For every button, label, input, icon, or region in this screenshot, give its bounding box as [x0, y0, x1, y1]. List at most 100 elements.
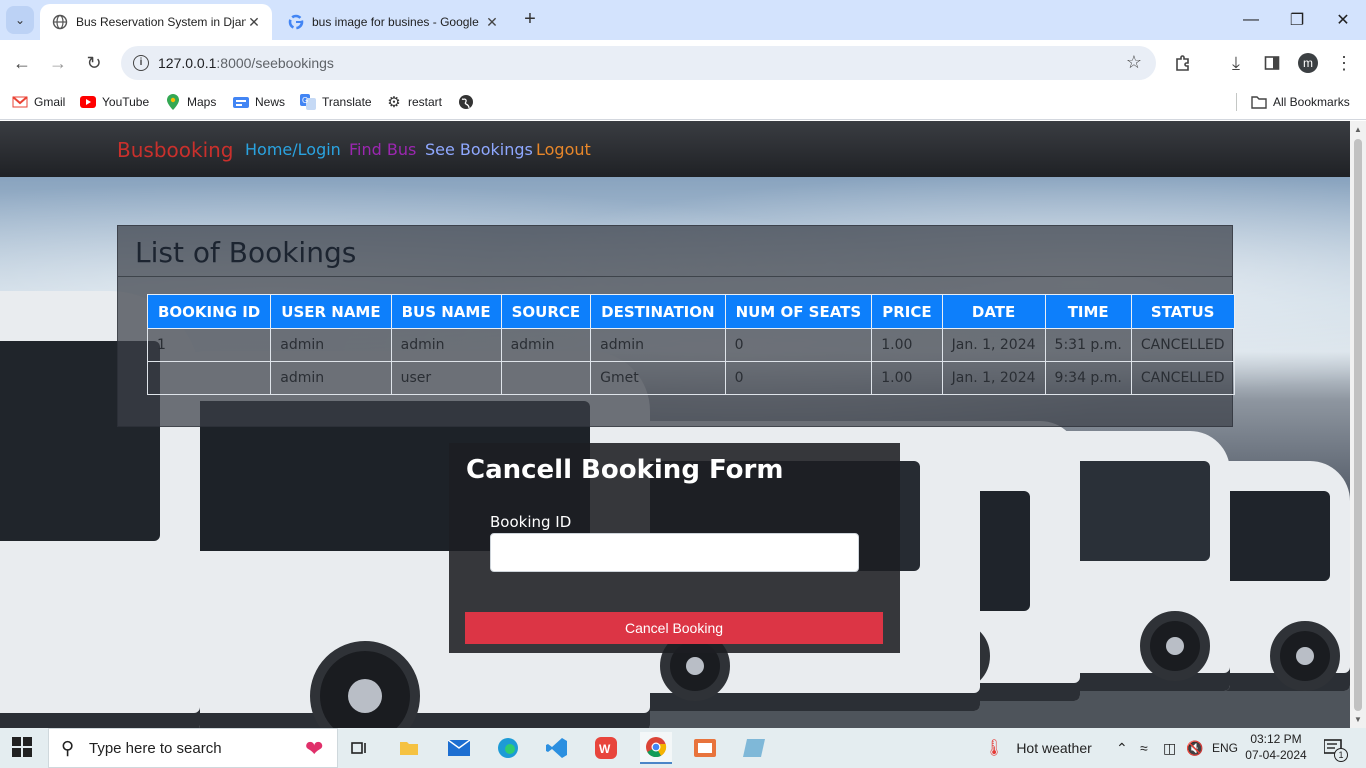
cell-bus-name: user: [390, 361, 502, 395]
cell-price: 1.00: [871, 361, 943, 395]
bookmark-translate[interactable]: G Translate: [300, 92, 372, 112]
bookmarks-divider: [1236, 93, 1237, 111]
forward-icon[interactable]: →: [43, 48, 73, 78]
column-header: BOOKING ID: [146, 294, 272, 329]
profile-avatar[interactable]: m: [1293, 48, 1323, 78]
taskbar-clock[interactable]: 03:12 PM 07-04-2024: [1240, 731, 1312, 763]
reload-icon[interactable]: ↻: [79, 48, 109, 78]
minimize-icon[interactable]: —: [1228, 0, 1274, 40]
restore-icon[interactable]: ❐: [1274, 0, 1320, 40]
form-title: Cancell Booking Form: [466, 455, 784, 485]
windows-start-icon[interactable]: [12, 737, 34, 759]
menu-kebab-icon[interactable]: ⋮: [1329, 48, 1359, 78]
tab-search-button[interactable]: ⌄: [6, 6, 34, 34]
scroll-up-icon[interactable]: ▲: [1354, 125, 1362, 134]
column-header: NUM OF SEATS: [724, 294, 873, 329]
address-bar[interactable]: i 127.0.0.1:8000/seebookings ☆: [121, 46, 1156, 80]
bookmark-gmail[interactable]: Gmail: [12, 92, 65, 112]
bookings-panel: List of Bookings BOOKING ID USER NAME BU…: [117, 225, 1235, 427]
url-text[interactable]: 127.0.0.1:8000/seebookings: [158, 55, 334, 71]
taskbar-search[interactable]: ⚲ Type here to search ❤: [48, 728, 338, 768]
bookmark-maps[interactable]: Maps: [165, 92, 216, 112]
chrome-icon[interactable]: [640, 732, 672, 764]
column-header: DESTINATION: [590, 294, 726, 329]
nav-logout[interactable]: Logout: [536, 140, 591, 159]
bookmark-restart[interactable]: ⚙ restart: [386, 92, 442, 112]
booking-id-label: Booking ID: [490, 513, 572, 531]
extensions-icon[interactable]: [1168, 48, 1198, 78]
cell-time: 5:31 p.m.: [1044, 328, 1132, 362]
table-row: 1 admin admin admin admin 0 1.00 Jan. 1,…: [146, 328, 1235, 362]
wps-office-icon[interactable]: W: [590, 732, 622, 764]
booking-id-input[interactable]: [490, 533, 859, 572]
file-explorer-icon[interactable]: [393, 732, 425, 764]
new-tab-button[interactable]: +: [518, 8, 542, 32]
language-indicator[interactable]: ENG: [1212, 728, 1238, 768]
tab-title: Bus Reservation System in Djan: [76, 15, 246, 29]
wifi-icon[interactable]: ≈: [1140, 728, 1148, 768]
scroll-down-icon[interactable]: ▼: [1354, 715, 1362, 724]
bookmark-news[interactable]: News: [233, 92, 285, 112]
nav-see-bookings[interactable]: See Bookings: [425, 140, 533, 159]
task-view-icon[interactable]: [344, 732, 376, 764]
cell-price: 1.00: [871, 328, 943, 362]
volume-muted-icon[interactable]: 🔇: [1186, 728, 1203, 768]
gmail-icon: [12, 94, 28, 110]
bookmark-youtube[interactable]: YouTube: [80, 92, 149, 112]
column-header: STATUS: [1130, 294, 1235, 329]
windows-taskbar: ⚲ Type here to search ❤ W 🌡 Hot weather …: [0, 728, 1366, 768]
weather-widget[interactable]: 🌡 Hot weather: [984, 728, 1092, 768]
mail-icon[interactable]: [443, 732, 475, 764]
bookmarks-bar: Gmail YouTube Maps News G Translate ⚙ re…: [0, 86, 1366, 120]
translate-icon: G: [300, 94, 316, 110]
maps-pin-icon: [165, 94, 181, 110]
download-icon[interactable]: ⤓: [1221, 48, 1251, 78]
all-bookmarks[interactable]: All Bookmarks: [1236, 92, 1350, 112]
bookmark-globe[interactable]: [458, 92, 480, 112]
scroll-thumb[interactable]: [1354, 139, 1362, 711]
battery-icon[interactable]: ◫: [1163, 728, 1176, 768]
notification-center-icon[interactable]: 1: [1324, 728, 1348, 768]
back-icon[interactable]: ←: [7, 48, 37, 78]
cell-user-name: admin: [270, 361, 392, 395]
column-header: DATE: [941, 294, 1046, 329]
cell-destination: admin: [590, 328, 726, 362]
side-panel-icon[interactable]: [1257, 48, 1287, 78]
brand-logo-link[interactable]: Busbooking: [117, 138, 234, 162]
site-navbar: Busbooking Home/Login Find Bus See Booki…: [0, 121, 1350, 177]
google-icon: [288, 14, 304, 30]
close-tab-icon[interactable]: ✕: [484, 14, 500, 31]
cell-booking-id: 1: [146, 328, 272, 362]
search-placeholder: Type here to search: [89, 740, 222, 757]
tab-strip: ⌄ Bus Reservation System in Djan ✕ bus i…: [0, 0, 1366, 40]
nav-find-bus[interactable]: Find Bus: [349, 140, 416, 159]
column-header: USER NAME: [270, 294, 392, 329]
tab-title: bus image for busines - Google: [312, 15, 479, 29]
notes-app-icon[interactable]: [738, 732, 770, 764]
cell-bus-name: admin: [390, 328, 502, 362]
tray-chevron-up-icon[interactable]: ⌃: [1116, 728, 1128, 768]
cell-booking-id: [146, 361, 272, 395]
bookings-table: BOOKING ID USER NAME BUS NAME SOURCE DES…: [146, 294, 1235, 395]
cell-destination: Gmet: [590, 361, 726, 395]
vscode-icon[interactable]: [541, 732, 573, 764]
close-tab-icon[interactable]: ✕: [246, 14, 262, 31]
cancel-booking-button[interactable]: Cancel Booking: [465, 612, 883, 644]
table-header-row: BOOKING ID USER NAME BUS NAME SOURCE DES…: [146, 294, 1235, 329]
site-info-icon[interactable]: i: [133, 55, 149, 71]
table-row: admin user Gmet 0 1.00 Jan. 1, 2024 9:34…: [146, 361, 1235, 395]
tab-google-search[interactable]: bus image for busines - Google ✕: [276, 4, 510, 40]
cancel-booking-form: Cancell Booking Form Booking ID Cancel B…: [449, 443, 900, 653]
edge-icon[interactable]: [492, 732, 524, 764]
nav-home-login[interactable]: Home/Login: [245, 140, 341, 159]
presentation-app-icon[interactable]: [689, 732, 721, 764]
column-header: TIME: [1044, 294, 1132, 329]
close-window-icon[interactable]: ✕: [1320, 0, 1366, 40]
cell-user-name: admin: [270, 328, 392, 362]
page-viewport: Busbooking Home/Login Find Bus See Booki…: [0, 121, 1350, 728]
panel-divider: [118, 276, 1232, 277]
tab-bus-reservation[interactable]: Bus Reservation System in Djan ✕: [40, 4, 272, 40]
folder-icon: [1251, 94, 1267, 110]
page-scrollbar[interactable]: ▲ ▼: [1350, 121, 1366, 728]
bookmark-star-icon[interactable]: ☆: [1126, 52, 1142, 73]
